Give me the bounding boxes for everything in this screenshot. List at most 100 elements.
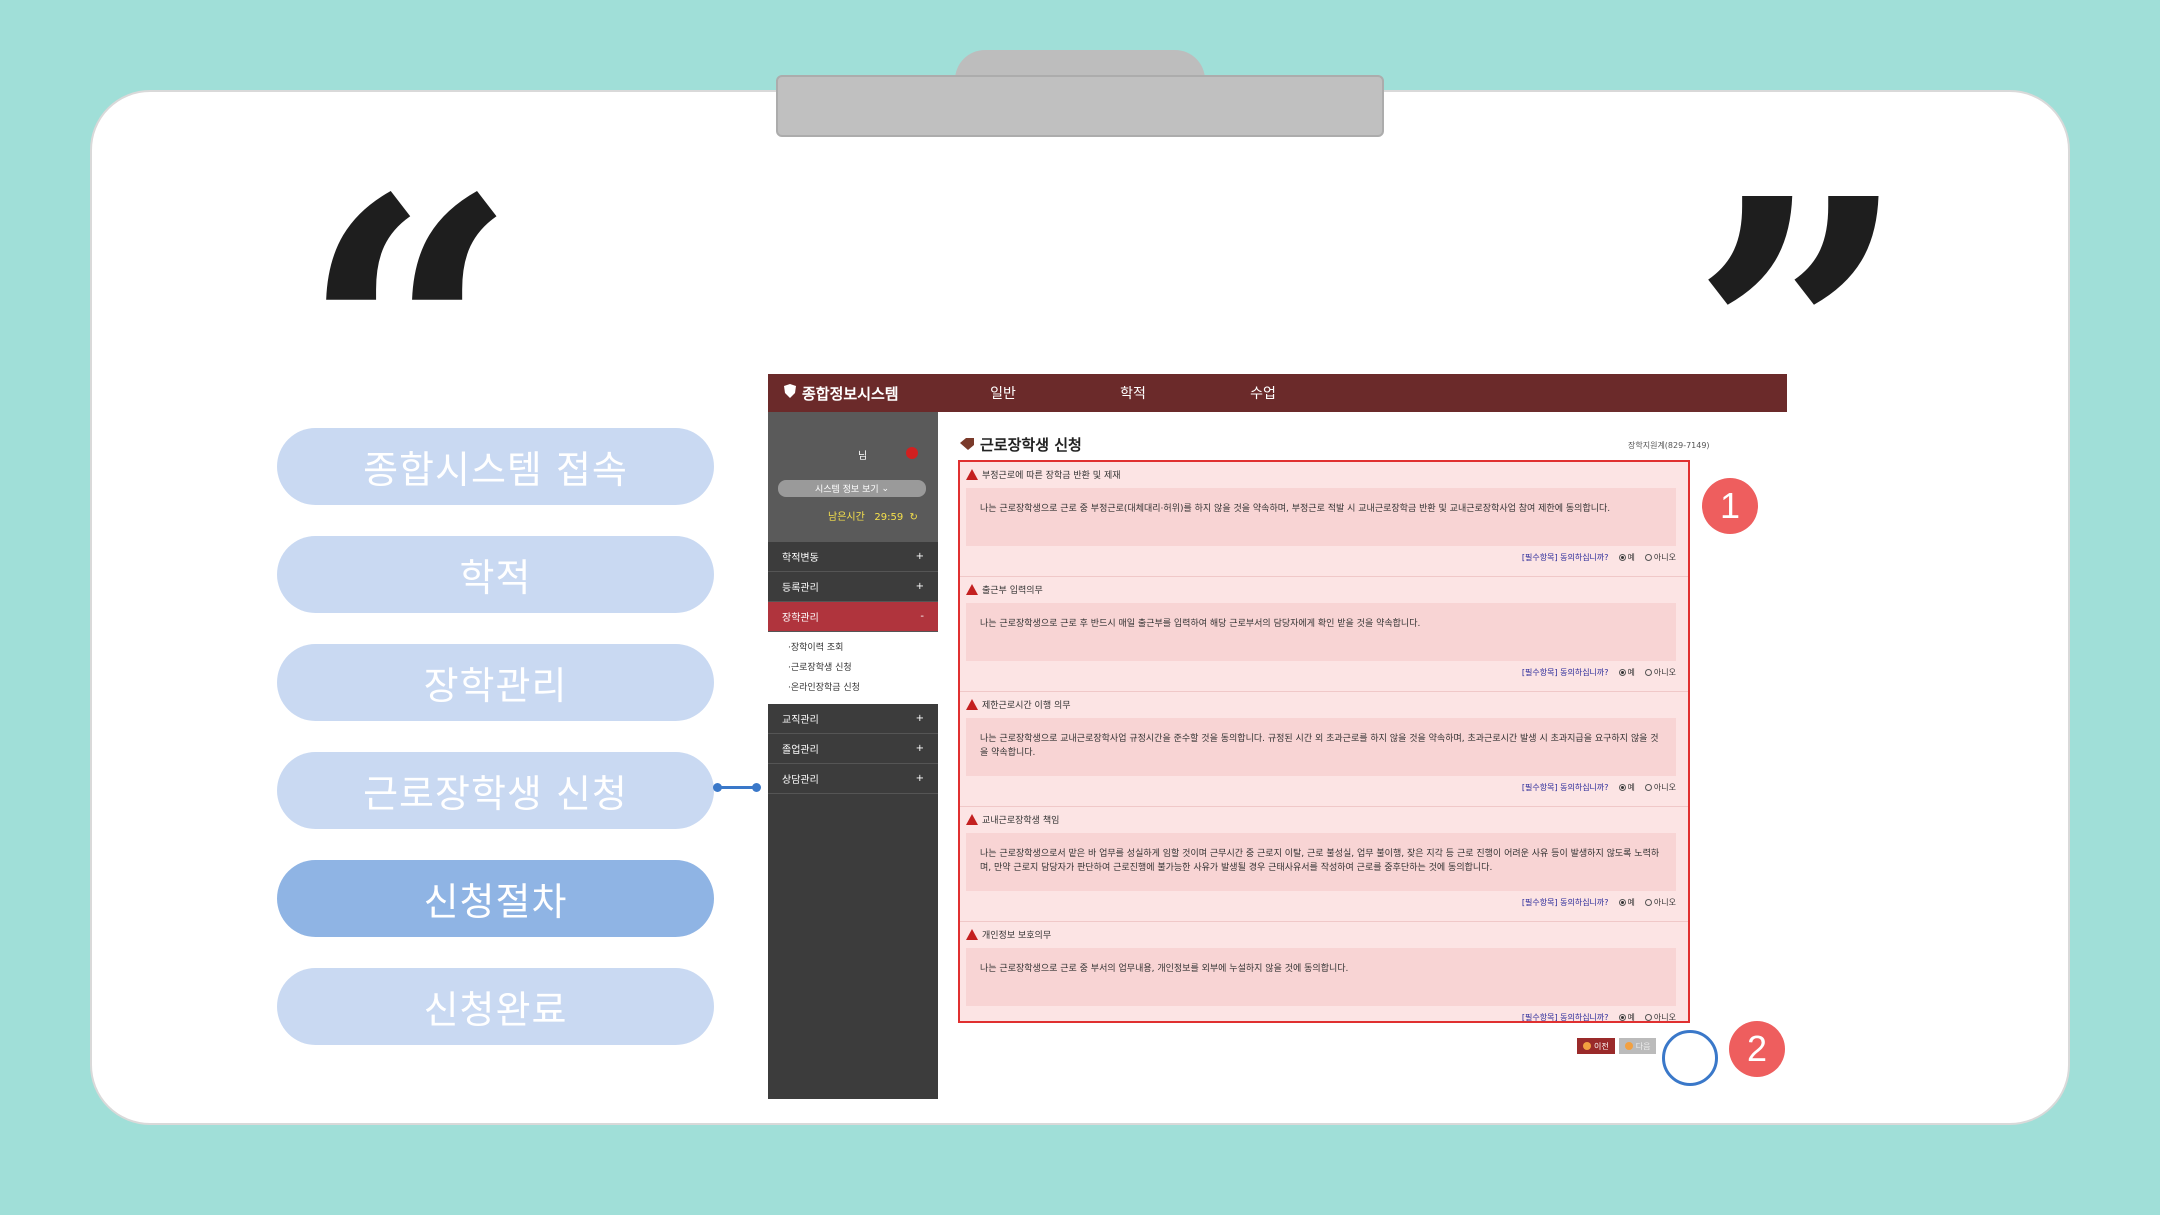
plus-icon: +	[915, 581, 924, 592]
menu-label: 장학관리	[782, 613, 819, 624]
main-content: 근로장학생 신청 장학지원계(829-7149) 부정근로에 따른 장학금 반환…	[958, 412, 1778, 1099]
step-marker-1: 1	[1702, 478, 1758, 534]
agreement-list-highlight: 부정근로에 따른 장학금 반환 및 제재 나는 근로장학생으로 근로 중 부정근…	[958, 460, 1690, 1023]
sidebar-item-counseling[interactable]: 상담관리 +	[768, 764, 938, 794]
menu-label: 졸업관리	[782, 745, 819, 756]
agreement-section: 부정근로에 따른 장학금 반환 및 제재 나는 근로장학생으로 근로 중 부정근…	[960, 462, 1688, 577]
agree-label: [필수항목] 동의하십니까?	[1521, 668, 1609, 677]
agreement-section: 출근부 입력의무 나는 근로장학생으로 근로 후 반드시 매일 출근부를 입력하…	[960, 577, 1688, 692]
prev-icon	[1583, 1042, 1591, 1050]
sidebar-item-academic-change[interactable]: 학적변동 +	[768, 542, 938, 572]
step-system-login: 종합시스템 접속	[277, 428, 714, 505]
agree-no-radio[interactable]: 아니오	[1644, 1012, 1676, 1021]
menu-label: 등록관리	[782, 583, 819, 594]
menu-label: 교직관리	[782, 715, 819, 726]
shield-icon	[784, 384, 796, 402]
next-button[interactable]: 다음	[1618, 1038, 1657, 1054]
sidebar-item-graduation[interactable]: 졸업관리 +	[768, 734, 938, 764]
warning-icon	[966, 699, 978, 710]
step-application-complete: 신청완료	[277, 968, 714, 1045]
agree-no-radio[interactable]: 아니오	[1644, 667, 1676, 678]
sidebar: 님 시스템 정보 보기 ⌄ 남은시간 29:59 ↻ 학적변동 + 등록관리 + 장…	[768, 412, 938, 1099]
agree-no-radio[interactable]: 아니오	[1644, 782, 1676, 793]
prev-button-label: 이전	[1594, 1041, 1609, 1051]
timer-label: 남은시간	[828, 512, 865, 523]
submenu-scholarship-history[interactable]: ·장학이력 조회	[788, 638, 938, 658]
step-list: 종합시스템 접속 학적 장학관리 근로장학생 신청 신청절차 신청완료	[277, 428, 714, 1076]
page-title: 근로장학생 신청	[960, 434, 1082, 455]
agree-yes-radio[interactable]: 예	[1618, 897, 1635, 908]
agree-yes-radio[interactable]: 예	[1618, 1012, 1635, 1021]
section-title: 출근부 입력의무	[982, 586, 1043, 596]
plus-icon: +	[915, 743, 924, 754]
agree-row: [필수항목] 동의하십니까? 예 아니오	[1522, 552, 1676, 563]
next-button-highlight-ring	[1662, 1030, 1718, 1086]
agree-row: [필수항목] 동의하십니까? 예 아니오	[1522, 897, 1676, 908]
agree-label: [필수항목] 동의하십니까?	[1521, 783, 1609, 792]
prev-button[interactable]: 이전	[1577, 1038, 1615, 1054]
tag-icon	[960, 436, 974, 454]
top-nav-general[interactable]: 일반	[938, 383, 1068, 403]
page-title-text: 근로장학생 신청	[980, 436, 1082, 454]
chevron-down-icon: ⌄	[878, 483, 890, 494]
agree-yes-radio[interactable]: 예	[1618, 667, 1635, 678]
section-body: 나는 근로장학생으로 근로 중 부정근로(대체대리·허위)를 하지 않을 것을 …	[966, 488, 1676, 546]
section-body: 나는 근로장학생으로서 맡은 바 업무를 성실하게 임할 것이며 근무시간 중 …	[966, 833, 1676, 891]
step-marker-2: 2	[1729, 1021, 1785, 1077]
section-title: 제한근로시간 이행 의무	[982, 701, 1071, 711]
contact-info: 장학지원계(829-7149)	[1628, 441, 1710, 450]
sidebar-item-scholarship[interactable]: 장학관리 -	[768, 602, 938, 632]
timer-value: 29:59	[874, 512, 904, 523]
top-nav-class[interactable]: 수업	[1198, 383, 1328, 403]
agree-row: [필수항목] 동의하십니까? 예 아니오	[1522, 782, 1676, 793]
app-logo[interactable]: 종합정보시스템	[768, 383, 938, 404]
submenu-online-scholarship[interactable]: ·온라인장학금 신청	[788, 678, 938, 698]
warning-icon	[966, 584, 978, 595]
sidebar-item-registration[interactable]: 등록관리 +	[768, 572, 938, 602]
agree-row: [필수항목] 동의하십니까? 예 아니오	[1522, 667, 1676, 678]
scholarship-submenu: ·장학이력 조회 ·근로장학생 신청 ·온라인장학금 신청	[768, 632, 938, 704]
next-button-label: 다음	[1635, 1041, 1651, 1051]
sidebar-menu: 학적변동 + 등록관리 + 장학관리 - ·장학이력 조회 ·근로장학생 신청 ·온라…	[768, 542, 938, 794]
warning-icon	[966, 814, 978, 825]
clipboard-clip	[776, 75, 1384, 137]
next-icon	[1624, 1042, 1633, 1050]
agree-yes-radio[interactable]: 예	[1618, 552, 1635, 563]
plus-icon: +	[915, 551, 924, 562]
session-timer: 남은시간 29:59 ↻	[828, 508, 918, 523]
section-title: 부정근로에 따른 장학금 반환 및 제재	[982, 471, 1121, 481]
agreement-section: 개인정보 보호의무 나는 근로장학생으로 근로 중 부서의 업무내용, 개인정보…	[960, 922, 1688, 1022]
logout-icon[interactable]	[906, 447, 918, 459]
submenu-work-scholarship[interactable]: ·근로장학생 신청	[788, 658, 938, 678]
agree-label: [필수항목] 동의하십니까?	[1521, 1013, 1609, 1022]
agree-yes-radio[interactable]: 예	[1618, 782, 1635, 793]
section-body: 나는 근로장학생으로 교내근로장학사업 규정시간을 준수할 것을 동의합니다. …	[966, 718, 1676, 776]
app-topbar: 종합정보시스템 일반 학적 수업	[768, 374, 1787, 412]
sidebar-item-teaching[interactable]: 교직관리 +	[768, 704, 938, 734]
top-nav-academic[interactable]: 학적	[1068, 383, 1198, 403]
top-nav: 일반 학적 수업	[938, 383, 1328, 403]
refresh-icon[interactable]: ↻	[910, 512, 918, 523]
system-info-select[interactable]: 시스템 정보 보기 ⌄	[778, 480, 926, 497]
app-screenshot: 종합정보시스템 일반 학적 수업 님 시스템 정보 보기 ⌄ 남은시간 29:5…	[768, 374, 1787, 1099]
profile-panel: 님 시스템 정보 보기 ⌄ 남은시간 29:59 ↻	[768, 412, 938, 542]
menu-label: 학적변동	[782, 553, 819, 564]
agreement-section: 제한근로시간 이행 의무 나는 근로장학생으로 교내근로장학사업 규정시간을 준…	[960, 692, 1688, 807]
section-body: 나는 근로장학생으로 근로 후 반드시 매일 출근부를 입력하여 해당 근로부서…	[966, 603, 1676, 661]
profile-name: 님	[858, 451, 868, 462]
button-bar: 이전 다음	[1577, 1038, 1657, 1054]
plus-icon: +	[915, 713, 924, 724]
minus-icon: -	[920, 611, 924, 622]
step-application-procedure: 신청절차	[277, 860, 714, 937]
section-title: 개인정보 보호의무	[982, 931, 1052, 941]
section-title: 교내근로장학생 책임	[982, 816, 1060, 826]
warning-icon	[966, 469, 978, 480]
section-body: 나는 근로장학생으로 근로 중 부서의 업무내용, 개인정보를 외부에 누설하지…	[966, 948, 1676, 1006]
menu-label: 상담관리	[782, 775, 819, 786]
app-logo-text: 종합정보시스템	[802, 384, 899, 403]
agree-no-radio[interactable]: 아니오	[1644, 552, 1676, 563]
agree-no-radio[interactable]: 아니오	[1644, 897, 1676, 908]
step-work-scholarship: 근로장학생 신청	[277, 752, 714, 829]
step-scholarship: 장학관리	[277, 644, 714, 721]
agree-label: [필수항목] 동의하십니까?	[1521, 898, 1609, 907]
